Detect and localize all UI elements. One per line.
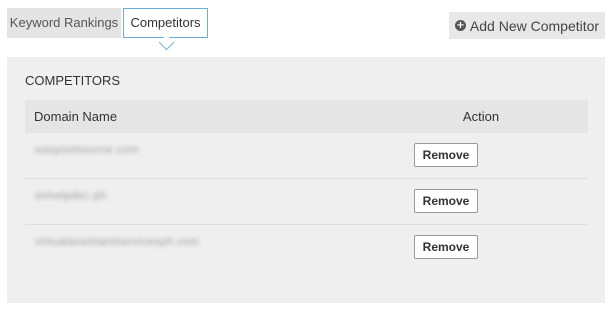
column-header-action: Action bbox=[462, 109, 500, 124]
tab-competitors[interactable]: Competitors bbox=[123, 8, 208, 38]
table-row: virtualassistantservicesph.com Remove bbox=[25, 225, 588, 270]
remove-button[interactable]: Remove bbox=[414, 143, 478, 167]
domain-name: onhelpdsc.ph bbox=[35, 190, 107, 202]
plus-circle-icon: + bbox=[454, 20, 466, 31]
competitors-panel: COMPETITORS Domain Name Action easyoutso… bbox=[7, 57, 605, 303]
tab-keyword-rankings[interactable]: Keyword Rankings bbox=[7, 8, 121, 38]
column-header-domain-name: Domain Name bbox=[34, 109, 118, 124]
add-new-competitor-label: Add New Competitor bbox=[469, 17, 600, 34]
remove-button[interactable]: Remove bbox=[414, 235, 478, 259]
panel-title: COMPETITORS bbox=[25, 73, 121, 88]
competitors-table: Domain Name Action easyoutsource.com Rem… bbox=[25, 100, 588, 270]
table-row: easyoutsource.com Remove bbox=[25, 133, 588, 179]
domain-name: easyoutsource.com bbox=[35, 144, 139, 156]
table-row: onhelpdsc.ph Remove bbox=[25, 179, 588, 225]
table-header: Domain Name Action bbox=[25, 100, 588, 133]
remove-button[interactable]: Remove bbox=[414, 189, 478, 213]
add-new-competitor-button[interactable]: + Add New Competitor bbox=[449, 12, 605, 39]
domain-name: virtualassistantservicesph.com bbox=[35, 236, 200, 248]
